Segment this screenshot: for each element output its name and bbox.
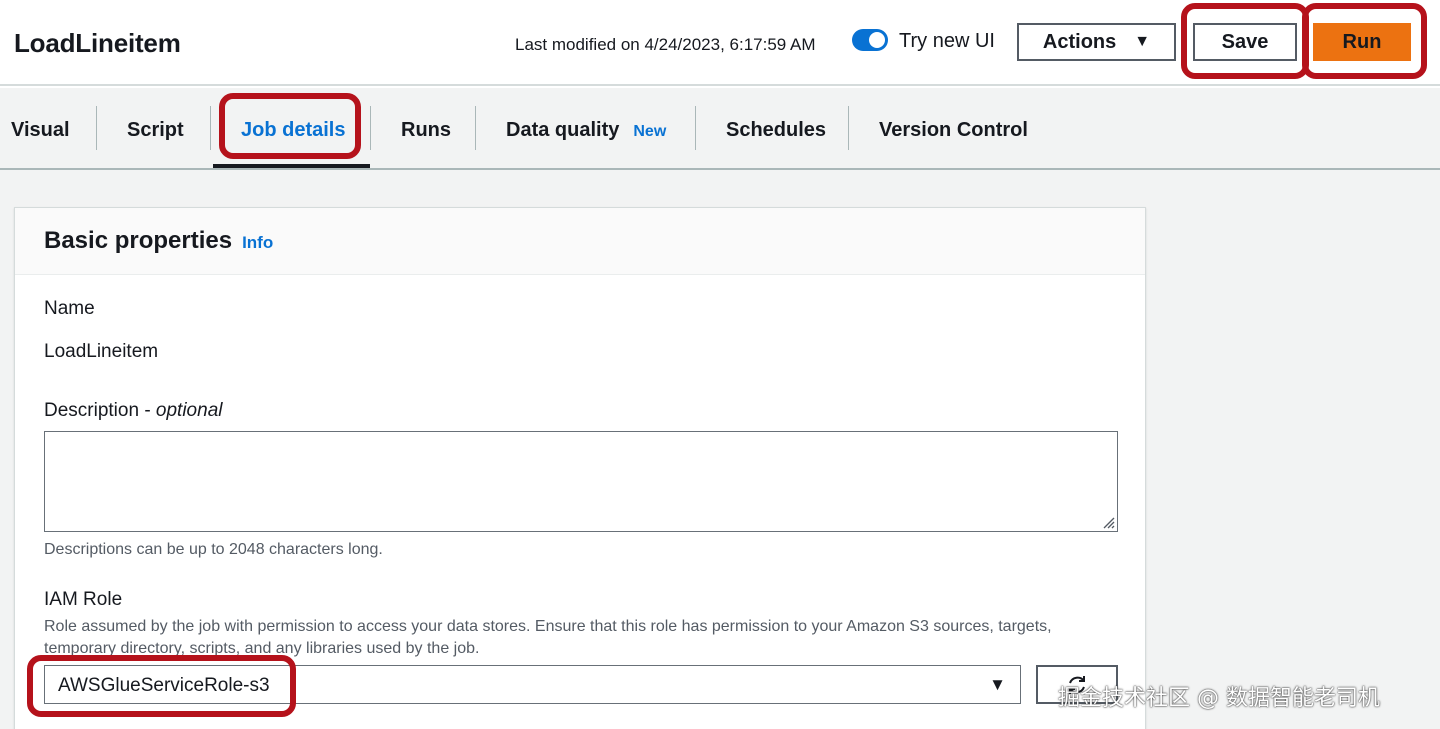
tab-divider bbox=[96, 106, 97, 150]
last-modified-text: Last modified on 4/24/2023, 6:17:59 AM bbox=[515, 35, 816, 54]
main-content: Basic properties Info Name LoadLineitem D… bbox=[0, 170, 1440, 729]
page-header: LoadLineitem Last modified on 4/24/2023,… bbox=[0, 0, 1440, 86]
optional-text: optional bbox=[155, 400, 223, 421]
resize-grip-icon[interactable] bbox=[1101, 515, 1115, 529]
description-label: Description - optional bbox=[44, 400, 222, 422]
tab-bar: Visual Script Job details Runs Data qual… bbox=[0, 88, 1440, 170]
new-badge: New bbox=[633, 123, 667, 140]
caret-down-icon: ▼ bbox=[1134, 33, 1151, 50]
iam-role-value: AWSGlueServiceRole-s3 bbox=[58, 675, 270, 696]
tab-visual[interactable]: Visual bbox=[11, 119, 70, 142]
description-label-text: Description - bbox=[44, 400, 156, 421]
tab-divider bbox=[695, 106, 696, 150]
toggle-knob bbox=[869, 32, 885, 48]
tab-divider bbox=[370, 106, 371, 150]
name-label: Name bbox=[44, 298, 95, 319]
tab-script[interactable]: Script bbox=[127, 119, 184, 142]
panel-header: Basic properties Info bbox=[15, 208, 1145, 275]
iam-role-select[interactable]: AWSGlueServiceRole-s3 ▼ bbox=[44, 665, 1021, 704]
info-link[interactable]: Info bbox=[242, 233, 273, 252]
tab-version-control[interactable]: Version Control bbox=[879, 119, 1028, 142]
tab-data-quality[interactable]: Data quality New bbox=[506, 119, 666, 142]
watermark: 掘金技术社区 @ 数据智能老司机 bbox=[1058, 686, 1380, 711]
caret-down-icon: ▼ bbox=[989, 675, 1006, 694]
tab-divider bbox=[848, 106, 849, 150]
description-hint: Descriptions can be up to 2048 character… bbox=[44, 541, 383, 558]
panel-title-text: Basic properties bbox=[44, 227, 233, 254]
save-button[interactable]: Save bbox=[1193, 23, 1297, 61]
tab-divider bbox=[475, 106, 476, 150]
actions-label: Actions bbox=[1042, 30, 1117, 53]
try-new-ui-toggle[interactable] bbox=[852, 29, 888, 51]
active-tab-indicator bbox=[213, 164, 370, 168]
tab-divider bbox=[210, 106, 211, 150]
run-button[interactable]: Run bbox=[1313, 23, 1411, 61]
name-value: LoadLineitem bbox=[44, 341, 159, 362]
tab-data-quality-label: Data quality bbox=[506, 119, 620, 141]
basic-properties-panel: Basic properties Info Name LoadLineitem D… bbox=[14, 207, 1146, 729]
tab-schedules[interactable]: Schedules bbox=[726, 119, 826, 142]
iam-role-label: IAM Role bbox=[44, 589, 123, 610]
tab-runs[interactable]: Runs bbox=[401, 119, 451, 142]
panel-title: Basic properties Info bbox=[44, 227, 273, 255]
iam-role-description: Role assumed by the job with permission … bbox=[44, 618, 1052, 657]
job-title: LoadLineitem bbox=[14, 28, 181, 58]
actions-button[interactable]: Actions ▼ bbox=[1017, 23, 1176, 61]
toggle-label: Try new UI bbox=[899, 30, 995, 52]
description-textarea[interactable] bbox=[44, 431, 1118, 532]
tab-job-details[interactable]: Job details bbox=[241, 119, 345, 142]
